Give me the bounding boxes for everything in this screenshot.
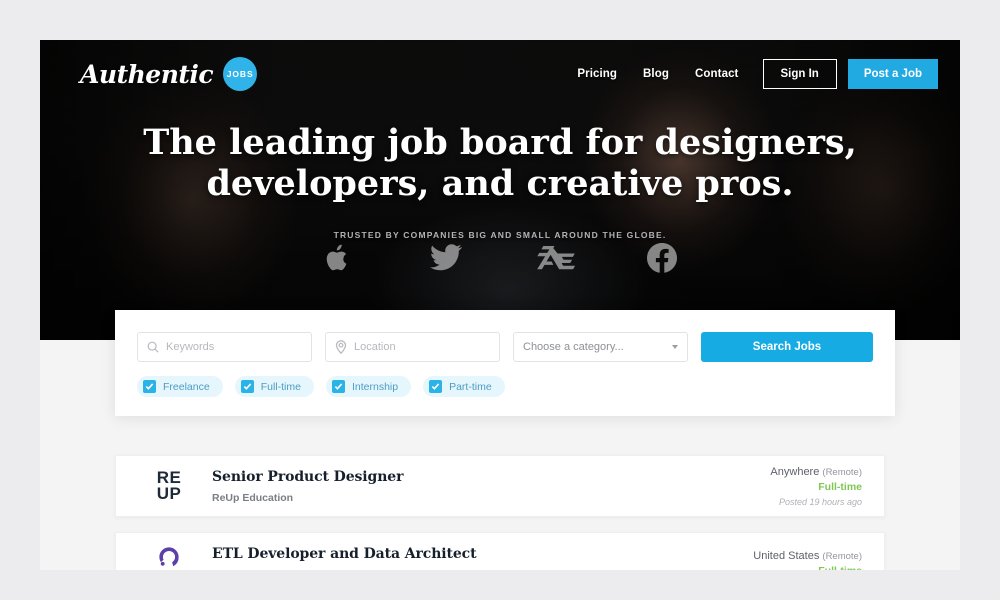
page-root: Authentic JOBS Pricing Blog Contact Sign… — [0, 0, 1000, 600]
company-logo-renalogic: Renalogic — [138, 546, 200, 571]
hero-section: Authentic JOBS Pricing Blog Contact Sign… — [40, 40, 960, 340]
job-company: ReUp Education — [212, 491, 294, 504]
job-remote-tag: (Remote) — [822, 550, 862, 562]
job-meta-info: Anywhere (Remote) Full-time Posted 19 ho… — [770, 466, 862, 507]
category-selected-value: Choose a category... — [523, 341, 624, 353]
top-navigation: Authentic JOBS Pricing Blog Contact Sign… — [40, 52, 960, 96]
search-jobs-button[interactable]: Search Jobs — [701, 332, 873, 362]
site-viewport: Authentic JOBS Pricing Blog Contact Sign… — [40, 40, 960, 570]
job-location-text: United States — [753, 549, 820, 562]
renalogic-logo-icon: Renalogic — [153, 546, 186, 571]
checkbox-checked-icon[interactable] — [240, 380, 254, 393]
nav-links: Pricing Blog Contact — [577, 68, 738, 80]
keywords-field[interactable] — [137, 332, 312, 362]
nav-link-pricing[interactable]: Pricing — [577, 68, 617, 80]
company-logo-reup: RE UP — [138, 469, 200, 503]
job-meta-info: United States (Remote) Full-time — [753, 550, 862, 571]
location-field[interactable] — [325, 332, 500, 362]
brand-logo[interactable]: Authentic JOBS — [80, 57, 258, 91]
job-listings: RE UP Senior Product Designer ReUp Educa… — [40, 455, 960, 570]
job-type-filters: Freelance Full-time Internship Part-time — [115, 362, 895, 416]
chevron-down-icon — [672, 345, 678, 349]
job-title[interactable]: ETL Developer and Data Architect — [212, 546, 753, 562]
filter-chip-label: Freelance — [163, 380, 210, 393]
hero-copy: The leading job board for designers, dev… — [40, 122, 960, 240]
nav-link-contact[interactable]: Contact — [695, 68, 739, 80]
reup-logo-icon: RE UP — [156, 469, 182, 503]
checkbox-checked-icon[interactable] — [331, 380, 345, 393]
job-company: Renalogic — [212, 569, 753, 571]
hero-headline: The leading job board for designers, dev… — [143, 122, 857, 205]
nav-link-blog[interactable]: Blog — [643, 68, 669, 80]
job-posted-time: Posted 19 hours ago — [778, 496, 862, 507]
sign-in-button[interactable]: Sign In — [762, 59, 837, 89]
ea-logo-icon — [500, 235, 608, 281]
job-type-badge: Full-time — [818, 480, 862, 493]
table-row[interactable]: RE UP Senior Product Designer ReUp Educa… — [115, 455, 885, 517]
filter-chip-label: Internship — [351, 380, 399, 393]
post-a-job-button[interactable]: Post a Job — [847, 59, 938, 89]
job-type-badge: Full-time — [753, 565, 862, 571]
checkbox-checked-icon[interactable] — [143, 380, 156, 393]
renalogic-mark-icon — [158, 546, 180, 571]
apple-logo-icon — [284, 235, 392, 281]
job-location-text: Anywhere — [770, 465, 820, 478]
jobs-badge-icon: JOBS — [223, 57, 258, 91]
job-primary-info: Senior Product Designer ReUp Education — [200, 469, 770, 504]
category-select[interactable]: Choose a category... — [513, 332, 688, 362]
facebook-logo-icon — [608, 235, 716, 281]
filter-chip-freelance[interactable]: Freelance — [137, 376, 223, 397]
filter-chip-label: Full-time — [260, 380, 301, 393]
twitter-logo-icon — [392, 235, 500, 281]
job-title[interactable]: Senior Product Designer — [212, 469, 770, 485]
jobs-badge-label: JOBS — [226, 69, 254, 79]
job-search-card: Choose a category... Search Jobs Freelan… — [115, 310, 895, 416]
job-location: Anywhere (Remote) — [770, 466, 862, 478]
job-remote-tag: (Remote) — [822, 466, 862, 478]
filter-chip-full-time[interactable]: Full-time — [234, 376, 314, 397]
search-icon — [147, 341, 159, 353]
filter-chip-part-time[interactable]: Part-time — [423, 376, 505, 397]
job-location: United States (Remote) — [753, 550, 862, 562]
table-row[interactable]: Renalogic ETL Developer and Data Archite… — [115, 532, 885, 570]
map-pin-icon — [335, 340, 347, 354]
filter-chip-internship[interactable]: Internship — [325, 376, 412, 397]
location-input[interactable] — [354, 341, 490, 353]
client-logo-strip — [40, 235, 960, 281]
keywords-input[interactable] — [166, 341, 302, 353]
checkbox-checked-icon[interactable] — [429, 380, 443, 393]
brand-wordmark: Authentic — [80, 59, 214, 89]
search-fields-row: Choose a category... Search Jobs — [115, 310, 895, 362]
job-primary-info: ETL Developer and Data Architect Renalog… — [200, 546, 753, 571]
filter-chip-label: Part-time — [449, 380, 492, 393]
reup-logo-line2: UP — [156, 484, 182, 503]
